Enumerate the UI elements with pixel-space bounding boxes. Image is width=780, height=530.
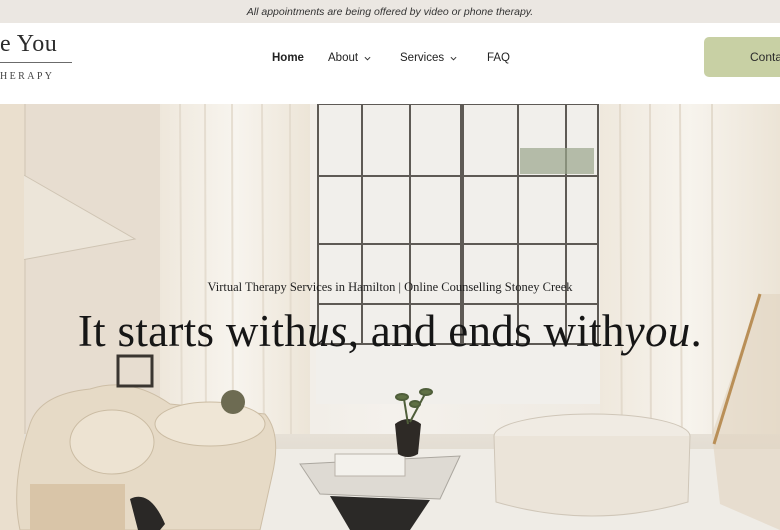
hero-title: It starts withus, and ends withyou. xyxy=(0,305,780,357)
nav-faq[interactable]: FAQ xyxy=(487,52,510,64)
chevron-down-icon xyxy=(364,56,371,61)
announcement-bar: All appointments are being offered by vi… xyxy=(0,0,780,23)
chevron-down-icon xyxy=(450,56,457,61)
hero-title-part3: . xyxy=(690,306,703,356)
logo-divider xyxy=(0,62,72,63)
hero-subtitle: Virtual Therapy Services in Hamilton | O… xyxy=(207,280,573,294)
nav-services[interactable]: Services xyxy=(400,52,457,64)
hero-title-italic-you: you xyxy=(624,306,691,356)
logo-subtitle[interactable]: HERAPY xyxy=(0,71,54,82)
nav-home-label: Home xyxy=(272,52,304,64)
announcement-text: All appointments are being offered by vi… xyxy=(246,5,534,18)
hero-title-part2: , and ends with xyxy=(347,306,625,356)
hero-title-part1: It starts with xyxy=(77,306,308,356)
logo-name[interactable]: e You xyxy=(0,31,57,58)
hero-title-italic-us: us xyxy=(307,306,348,356)
contact-button[interactable]: Conta xyxy=(704,37,780,77)
nav-faq-label: FAQ xyxy=(487,52,511,64)
nav-about[interactable]: About xyxy=(328,52,371,64)
nav-about-label: About xyxy=(328,52,359,64)
contact-button-label: Conta xyxy=(750,50,780,64)
nav-home[interactable]: Home xyxy=(272,52,304,64)
nav-services-label: Services xyxy=(400,52,445,64)
site-header: e You HERAPY Home About Services FAQ Con… xyxy=(0,23,780,104)
hero-section: Virtual Therapy Services in Hamilton | O… xyxy=(0,104,780,530)
